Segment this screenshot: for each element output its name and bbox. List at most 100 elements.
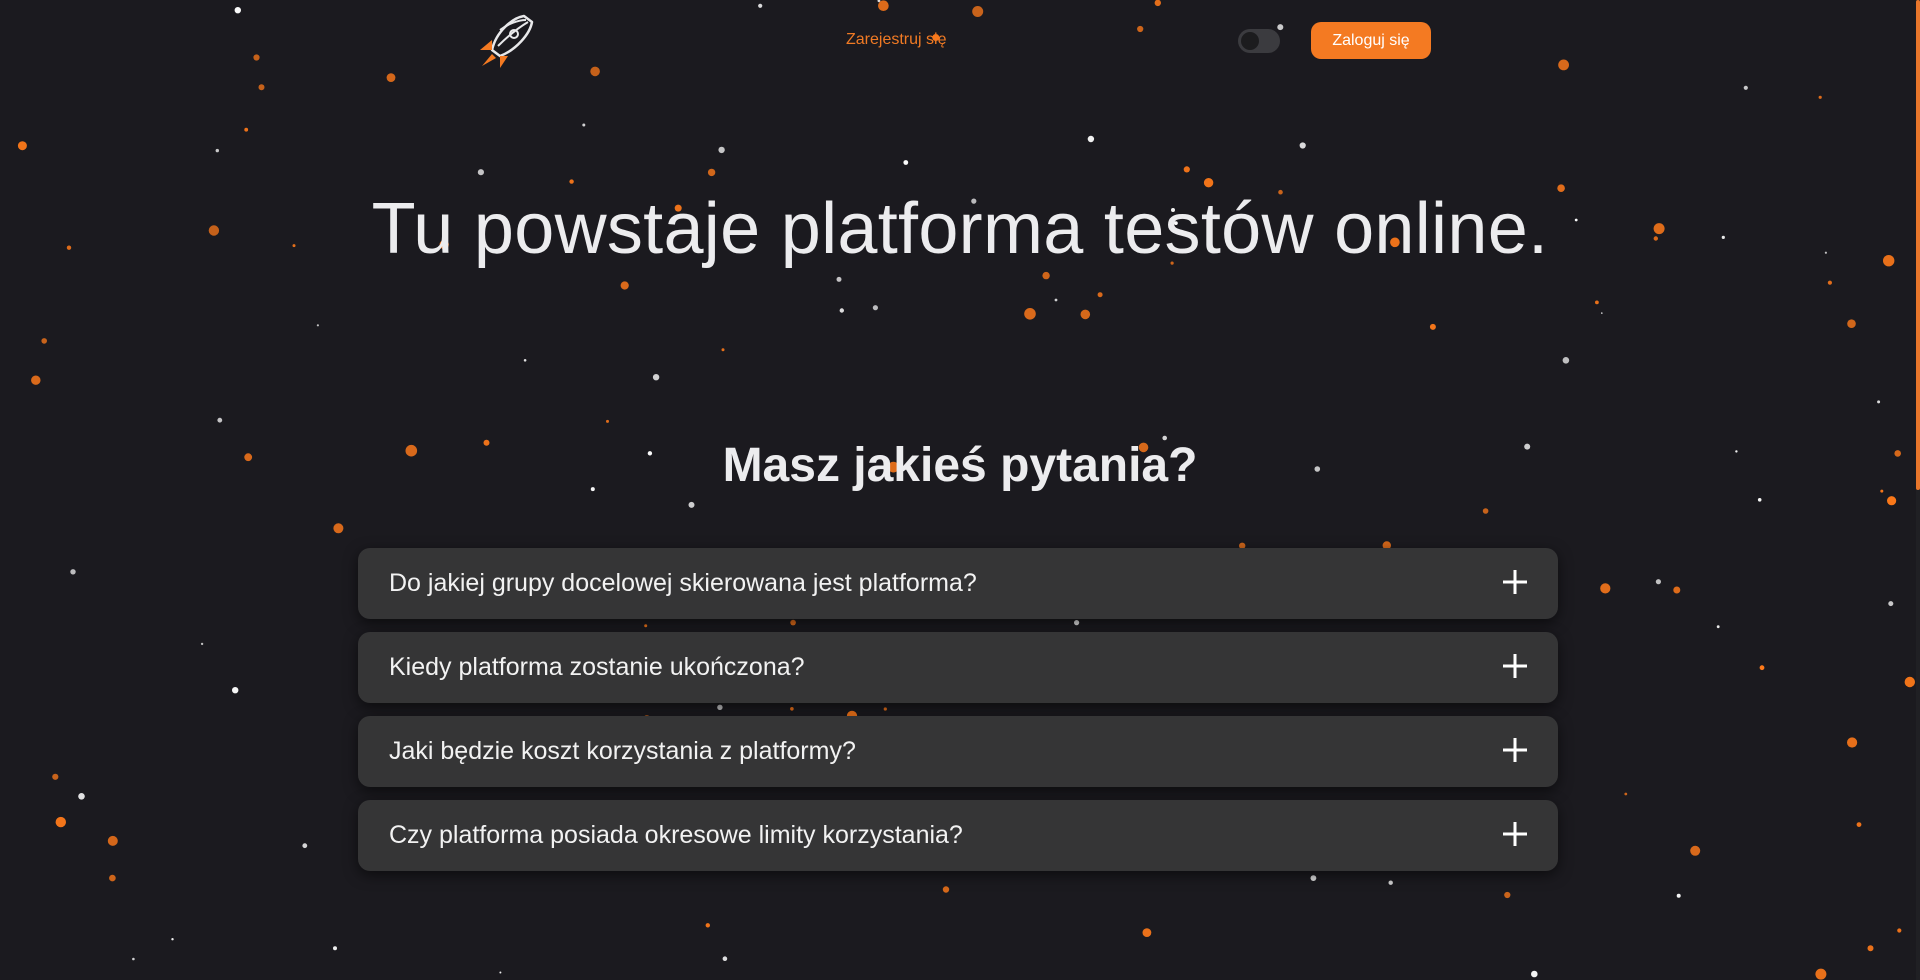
faq-question[interactable]: Do jakiej grupy docelowej skierowana jes… bbox=[389, 548, 977, 619]
register-link[interactable]: Zarejestruj się bbox=[846, 31, 946, 49]
orange-star bbox=[1827, 280, 1832, 285]
plus-icon[interactable] bbox=[1502, 737, 1528, 763]
white-star bbox=[1716, 625, 1720, 629]
theme-toggle-knob bbox=[1241, 32, 1259, 50]
white-star bbox=[1087, 135, 1095, 143]
orange-star bbox=[1600, 583, 1611, 594]
white-star bbox=[1562, 357, 1570, 364]
orange-star bbox=[244, 127, 249, 132]
orange-star bbox=[942, 886, 950, 893]
white-star bbox=[523, 359, 527, 362]
orange-star bbox=[52, 773, 59, 780]
orange-star bbox=[1183, 166, 1190, 173]
faq-item[interactable]: Kiedy platforma zostanie ukończona? bbox=[358, 632, 1558, 703]
orange-star bbox=[333, 523, 344, 534]
orange-star bbox=[41, 338, 47, 344]
white-star bbox=[171, 938, 174, 941]
orange-star bbox=[1759, 665, 1765, 671]
white-star bbox=[215, 148, 219, 153]
white-star bbox=[1054, 298, 1058, 302]
white-star bbox=[718, 146, 725, 154]
orange-star bbox=[1595, 300, 1599, 305]
plus-icon[interactable] bbox=[1502, 821, 1528, 847]
orange-star bbox=[386, 73, 396, 82]
orange-star bbox=[707, 168, 716, 177]
orange-star bbox=[878, 0, 889, 11]
white-star bbox=[1743, 85, 1748, 90]
orange-star bbox=[1847, 737, 1858, 748]
orange-star bbox=[107, 835, 118, 846]
white-star bbox=[1757, 498, 1762, 502]
orange-star bbox=[253, 54, 260, 61]
rocket-icon[interactable] bbox=[474, 10, 538, 74]
orange-star bbox=[705, 923, 710, 928]
white-star bbox=[582, 123, 586, 127]
white-star bbox=[70, 569, 76, 575]
white-star bbox=[839, 308, 844, 313]
faq-item[interactable]: Do jakiej grupy docelowej skierowana jes… bbox=[358, 548, 1558, 619]
white-star bbox=[1655, 579, 1661, 585]
orange-star bbox=[17, 141, 27, 151]
orange-star bbox=[1042, 271, 1050, 280]
orange-star bbox=[1815, 968, 1827, 980]
orange-star bbox=[258, 84, 265, 91]
white-star bbox=[1531, 970, 1538, 978]
orange-star bbox=[1154, 0, 1161, 7]
orange-star bbox=[1080, 309, 1091, 320]
white-star bbox=[1299, 142, 1306, 149]
orange-star bbox=[590, 66, 600, 77]
white-star bbox=[652, 374, 660, 381]
white-star bbox=[1601, 312, 1603, 314]
orange-star bbox=[1690, 845, 1701, 856]
orange-star bbox=[1897, 928, 1902, 933]
orange-star bbox=[1024, 308, 1036, 320]
white-star bbox=[836, 276, 842, 282]
login-button[interactable]: Zaloguj się bbox=[1311, 22, 1431, 59]
white-star bbox=[217, 417, 223, 423]
orange-star bbox=[1482, 508, 1489, 514]
orange-star bbox=[1847, 319, 1856, 329]
white-star bbox=[499, 971, 502, 974]
white-star bbox=[722, 956, 728, 961]
page: Zarejestruj się Zaloguj się Tu powstaje … bbox=[0, 0, 1920, 980]
orange-star bbox=[972, 6, 984, 17]
white-star bbox=[302, 843, 308, 849]
orange-star bbox=[620, 281, 629, 290]
white-star bbox=[903, 160, 909, 165]
orange-star bbox=[55, 816, 66, 828]
orange-star bbox=[1673, 586, 1681, 594]
white-star bbox=[232, 687, 239, 694]
orange-star bbox=[1867, 945, 1874, 952]
white-star bbox=[132, 957, 135, 961]
white-star bbox=[477, 169, 484, 176]
orange-star bbox=[109, 874, 116, 882]
orange-star bbox=[1504, 891, 1511, 899]
orange-star bbox=[1097, 292, 1103, 298]
white-star bbox=[758, 3, 763, 8]
white-star bbox=[316, 324, 319, 327]
theme-toggle[interactable] bbox=[1238, 29, 1280, 53]
plus-icon[interactable] bbox=[1502, 569, 1528, 595]
orange-star bbox=[1558, 59, 1569, 71]
orange-star bbox=[1137, 25, 1144, 33]
orange-star bbox=[31, 375, 41, 385]
faq-heading: Masz jakieś pytania? bbox=[722, 439, 1198, 492]
faq-question[interactable]: Jaki będzie koszt korzystania z platform… bbox=[389, 716, 856, 787]
orange-star bbox=[569, 179, 574, 184]
orange-star bbox=[606, 419, 609, 423]
white-star bbox=[234, 7, 241, 14]
faq-item[interactable]: Jaki będzie koszt korzystania z platform… bbox=[358, 716, 1558, 787]
orange-star bbox=[1429, 323, 1436, 330]
faq-list: Do jakiej grupy docelowej skierowana jes… bbox=[358, 548, 1558, 884]
white-star bbox=[1877, 400, 1881, 404]
orange-star bbox=[1818, 95, 1822, 99]
plus-icon[interactable] bbox=[1502, 653, 1528, 679]
faq-item[interactable]: Czy platforma posiada okresowe limity ko… bbox=[358, 800, 1558, 871]
faq-question[interactable]: Czy platforma posiada okresowe limity ko… bbox=[389, 800, 963, 871]
orange-star bbox=[1624, 792, 1628, 796]
orange-star bbox=[1203, 178, 1214, 188]
orange-star bbox=[1142, 928, 1152, 937]
faq-question[interactable]: Kiedy platforma zostanie ukończona? bbox=[389, 632, 805, 703]
white-star bbox=[1888, 601, 1894, 607]
white-star bbox=[78, 793, 85, 800]
